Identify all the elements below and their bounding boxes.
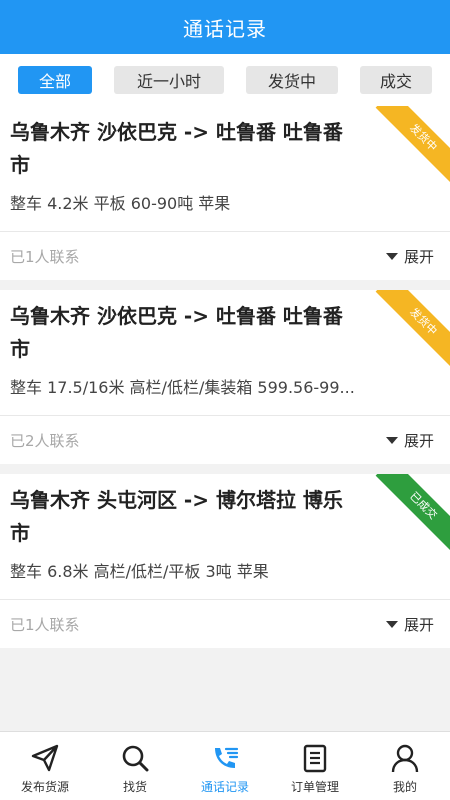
caret-down-icon — [385, 252, 398, 260]
contact-count: 已1人联系 — [10, 615, 80, 634]
route-text: 乌鲁木齐 头屯河区 -> 博尔塔拉 博乐市 — [10, 488, 343, 545]
user-icon — [391, 744, 419, 773]
cargo-spec: 整车 17.5/16米 高栏/低栏/集装箱 599.56-99... — [10, 378, 355, 397]
tab-order-management[interactable]: 订单管理 — [270, 732, 360, 795]
filter-all[interactable]: 全部 — [18, 66, 92, 94]
tab-label: 通话记录 — [200, 780, 249, 794]
title-bar: 通话记录 — [0, 0, 450, 54]
tab-call-records[interactable]: 通话记录 — [180, 732, 270, 795]
call-record-card[interactable]: 发货中 乌鲁木齐 沙依巴克 -> 吐鲁番 吐鲁番市 整车 4.2米 平板 60-… — [0, 106, 450, 280]
status-badge: 发货中 — [360, 290, 450, 380]
tab-label: 我的 — [392, 780, 417, 794]
tab-publish[interactable]: 发布货源 — [0, 732, 90, 795]
tab-mine[interactable]: 我的 — [360, 732, 450, 795]
filter-shipping[interactable]: 发货中 — [246, 66, 338, 94]
expand-label: 展开 — [403, 431, 434, 450]
card-footer: 已1人联系 展开 — [0, 231, 450, 280]
filter-deal[interactable]: 成交 — [360, 66, 432, 94]
contact-count: 已2人联系 — [10, 431, 80, 450]
expand-label: 展开 — [403, 247, 434, 266]
tab-label: 发布货源 — [20, 780, 69, 794]
status-badge-label: 发货中 — [375, 290, 450, 370]
cargo-spec: 整车 6.8米 高栏/低栏/平板 3吨 苹果 — [10, 562, 269, 581]
status-badge-label: 发货中 — [375, 106, 450, 186]
page-title: 通话记录 — [183, 16, 267, 41]
card-footer: 已2人联系 展开 — [0, 415, 450, 464]
call-record-list: 发货中 乌鲁木齐 沙依巴克 -> 吐鲁番 吐鲁番市 整车 4.2米 平板 60-… — [0, 106, 450, 648]
send-icon — [31, 744, 59, 772]
status-badge: 发货中 — [360, 106, 450, 196]
expand-button[interactable]: 展开 — [385, 246, 434, 267]
phone-log-icon — [215, 747, 239, 768]
tab-label: 找货 — [122, 780, 147, 794]
caret-down-icon — [385, 620, 398, 628]
order-list-icon — [303, 744, 327, 773]
search-icon — [122, 745, 149, 772]
route-text: 乌鲁木齐 沙依巴克 -> 吐鲁番 吐鲁番市 — [10, 304, 343, 361]
expand-button[interactable]: 展开 — [385, 430, 434, 451]
status-badge: 已成交 — [360, 474, 450, 564]
route-text: 乌鲁木齐 沙依巴克 -> 吐鲁番 吐鲁番市 — [10, 120, 343, 177]
expand-button[interactable]: 展开 — [385, 614, 434, 635]
caret-down-icon — [385, 436, 398, 444]
call-record-card[interactable]: 发货中 乌鲁木齐 沙依巴克 -> 吐鲁番 吐鲁番市 整车 17.5/16米 高栏… — [0, 290, 450, 464]
card-footer: 已1人联系 展开 — [0, 599, 450, 648]
filter-last-hour[interactable]: 近一小时 — [114, 66, 224, 94]
expand-label: 展开 — [403, 615, 434, 634]
cargo-spec: 整车 4.2米 平板 60-90吨 苹果 — [10, 194, 231, 213]
tab-label: 订单管理 — [290, 780, 339, 794]
contact-count: 已1人联系 — [10, 247, 80, 266]
filter-bar: 全部 近一小时 发货中 成交 — [0, 54, 450, 106]
status-badge-label: 已成交 — [375, 474, 450, 554]
call-record-card[interactable]: 已成交 乌鲁木齐 头屯河区 -> 博尔塔拉 博乐市 整车 6.8米 高栏/低栏/… — [0, 474, 450, 648]
tab-find-goods[interactable]: 找货 — [90, 732, 180, 795]
app-root: 通话记录 全部 近一小时 发货中 成交 发货中 乌鲁木齐 沙依巴克 -> 吐鲁番… — [0, 0, 450, 800]
bottom-tab-bar: 发布货源 找货 通话记录 订单管理 我的 — [0, 731, 450, 800]
